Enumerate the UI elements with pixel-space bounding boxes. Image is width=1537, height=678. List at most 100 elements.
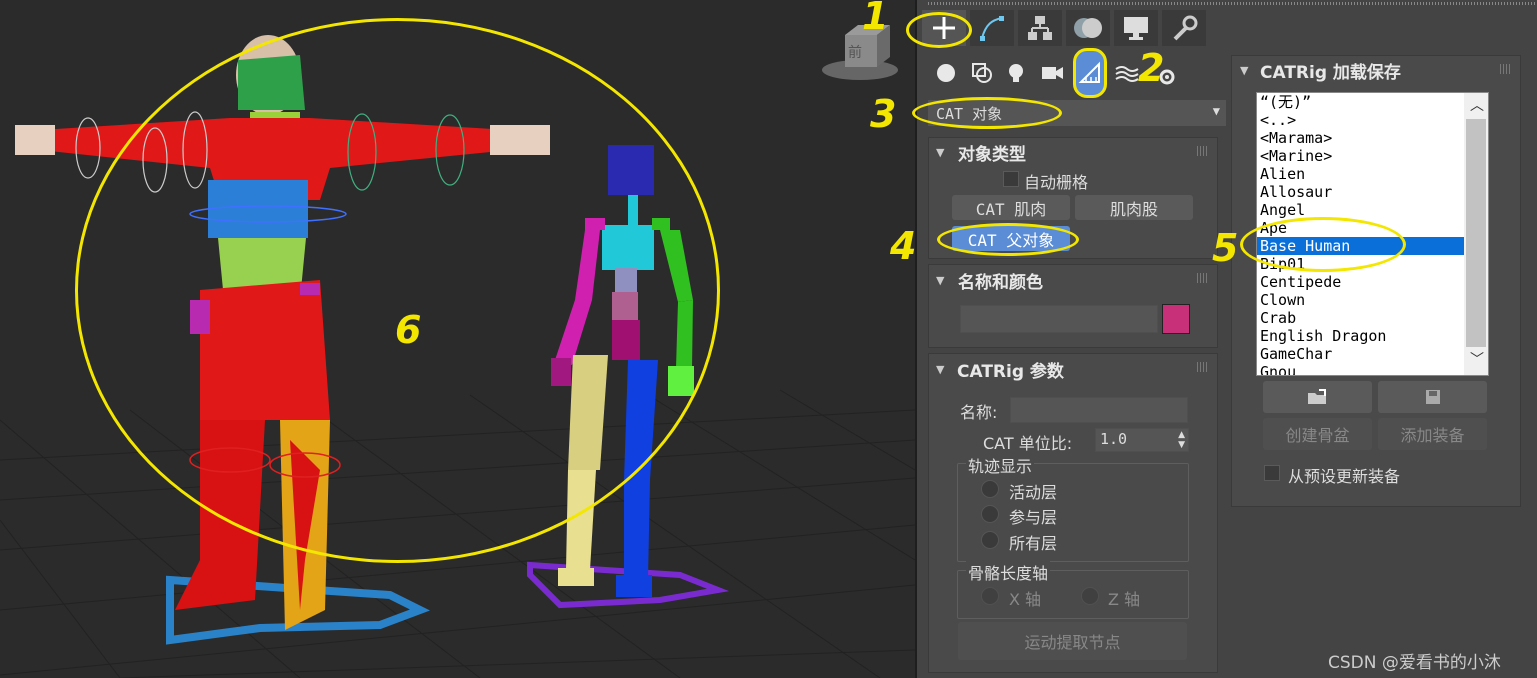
scroll-up-icon[interactable]: ︿	[1470, 95, 1484, 115]
rollout-grip-icon[interactable]	[1197, 273, 1207, 283]
contributing-layer-radio[interactable]	[981, 505, 999, 523]
active-layer-radio[interactable]	[981, 480, 999, 498]
x-axis-radio[interactable]	[981, 587, 999, 605]
collapse-arrow-icon[interactable]: ▼	[936, 274, 944, 287]
annotation-number-6: 6	[395, 308, 422, 352]
helpers-icon	[1078, 61, 1100, 83]
scroll-down-icon[interactable]: ﹀	[1470, 349, 1484, 369]
annotation-number-5: 5	[1212, 226, 1239, 270]
spacewarps-category[interactable]	[1113, 58, 1141, 88]
shapes-category[interactable]	[968, 58, 996, 88]
lights-category[interactable]	[1002, 58, 1030, 88]
spacewarps-icon	[1115, 66, 1139, 82]
list-item[interactable]: “(无)”	[1260, 93, 1311, 111]
cat-muscle-button[interactable]: CAT 肌肉	[952, 195, 1070, 220]
motion-icon	[1074, 18, 1102, 38]
cameras-icon	[1042, 67, 1063, 79]
all-layers-radio[interactable]	[981, 531, 999, 549]
collapse-arrow-icon[interactable]: ▼	[936, 146, 944, 159]
list-item[interactable]: <Marama>	[1260, 129, 1332, 147]
object-type-title[interactable]: 对象类型	[958, 140, 1026, 165]
annotation-number-2: 2	[1138, 46, 1165, 90]
open-rig-button[interactable]	[1263, 381, 1372, 413]
unit-ratio-value: 1.0	[1100, 430, 1128, 448]
collapse-arrow-icon[interactable]: ▼	[1240, 64, 1248, 77]
shapes-icon	[972, 63, 992, 83]
list-item[interactable]: <Marine>	[1260, 147, 1332, 165]
list-item[interactable]: Gnou	[1260, 363, 1296, 375]
rollout-grip-icon[interactable]	[1197, 146, 1207, 156]
list-item[interactable]: Allosaur	[1260, 183, 1332, 201]
helpers-category[interactable]	[1073, 48, 1107, 98]
autogrid-checkbox[interactable]	[1003, 171, 1019, 187]
modify-icon	[980, 16, 1004, 41]
x-axis-label: X 轴	[1009, 590, 1042, 609]
annotation-number-1: 1	[862, 0, 889, 38]
utilities-icon	[1173, 15, 1198, 41]
list-item[interactable]: Clown	[1260, 291, 1305, 309]
cameras-category[interactable]	[1038, 58, 1066, 88]
list-scrollbar[interactable]: ︿ ﹀	[1464, 93, 1488, 375]
z-axis-label: Z 轴	[1108, 590, 1141, 609]
annotation-ring-3	[912, 97, 1062, 129]
contributing-layer-label: 参与层	[1009, 508, 1058, 527]
geometry-category[interactable]	[932, 58, 960, 88]
modify-tab[interactable]	[970, 10, 1014, 46]
hierarchy-icon	[1028, 16, 1052, 40]
create-pelvis-button[interactable]: 创建骨盆	[1263, 418, 1372, 450]
z-axis-radio[interactable]	[1081, 587, 1099, 605]
collapse-arrow-icon[interactable]: ▼	[936, 363, 944, 376]
list-item[interactable]: <..>	[1260, 111, 1296, 129]
display-icon	[1124, 17, 1148, 40]
annotation-number-3: 3	[870, 92, 897, 136]
watermark: CSDN @爱看书的小沐	[1328, 653, 1501, 673]
spinner-arrows-icon[interactable]: ▲ ▼	[1178, 430, 1185, 450]
scrollbar-thumb[interactable]	[1466, 119, 1486, 347]
annotation-ring-5	[1240, 217, 1406, 272]
unit-ratio-spinner[interactable]: 1.0 ▲ ▼	[1095, 428, 1189, 452]
list-item[interactable]: Crab	[1260, 309, 1296, 327]
catrig-load-save-title[interactable]: CATRig 加载保存	[1260, 58, 1401, 83]
extract-motion-node-button[interactable]: 运动提取节点	[958, 622, 1187, 660]
annotation-number-4: 4	[890, 224, 917, 268]
name-color-title[interactable]: 名称和颜色	[958, 268, 1043, 293]
autogrid-label: 自动栅格	[1024, 173, 1089, 192]
list-item[interactable]: GameChar	[1260, 345, 1332, 363]
annotation-ring-1	[906, 12, 972, 48]
bone-axis-group-label: 骨骼长度轴	[966, 560, 1051, 584]
motion-tab[interactable]	[1066, 10, 1110, 46]
trajectory-group-label: 轨迹显示	[966, 453, 1035, 477]
rollout-grip-icon[interactable]	[1500, 64, 1510, 74]
list-item[interactable]: Centipede	[1260, 273, 1341, 291]
viewport[interactable]: 前	[0, 0, 915, 678]
rig-name-field[interactable]	[1010, 397, 1188, 423]
object-name-field[interactable]	[960, 305, 1158, 333]
update-from-preset-label: 从预设更新装备	[1288, 467, 1401, 486]
active-layer-label: 活动层	[1009, 483, 1058, 502]
unit-ratio-label: CAT 单位比:	[983, 434, 1073, 453]
catrig-params-title[interactable]: CATRig 参数	[957, 357, 1064, 382]
annotation-ring-4	[937, 223, 1079, 256]
viewcube-label: 前	[848, 44, 862, 61]
all-layers-label: 所有层	[1009, 534, 1058, 553]
save-disk-icon	[1425, 390, 1440, 404]
update-from-preset-checkbox[interactable]	[1264, 465, 1280, 481]
geometry-icon	[937, 64, 955, 82]
panel-top-grip	[928, 2, 1537, 5]
muscle-strand-button[interactable]: 肌肉股	[1075, 195, 1193, 220]
rollout-grip-icon[interactable]	[1197, 362, 1207, 372]
hierarchy-tab[interactable]	[1018, 10, 1062, 46]
add-rig-button[interactable]: 添加装备	[1378, 418, 1487, 450]
lights-icon	[1009, 64, 1023, 82]
list-item[interactable]: English Dragon	[1260, 327, 1386, 345]
object-color-swatch[interactable]	[1162, 304, 1190, 334]
list-item[interactable]: Alien	[1260, 165, 1305, 183]
rig-name-label: 名称:	[960, 403, 998, 422]
annotation-ring-6	[75, 18, 720, 563]
list-item[interactable]: Angel	[1260, 201, 1305, 219]
display-tab[interactable]	[1114, 10, 1158, 46]
save-rig-button[interactable]	[1378, 381, 1487, 413]
open-folder-icon	[1307, 389, 1326, 404]
chevron-down-icon: ▼	[1212, 104, 1220, 118]
utilities-tab[interactable]	[1162, 10, 1206, 46]
